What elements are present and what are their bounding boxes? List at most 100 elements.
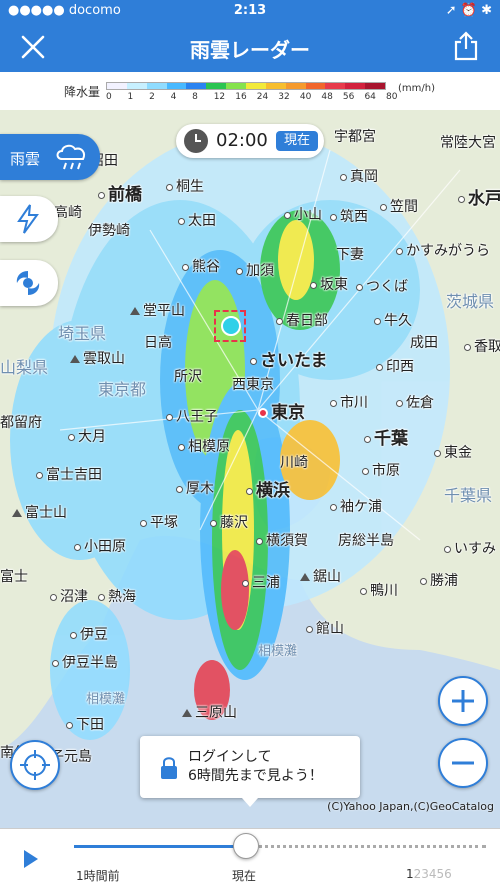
radar-map[interactable]: 沼田 宇都宮 常陸大宮 前橋 桐生 真岡 水戸 高崎 太田 小山 筑西 笠間 伊勢崎 下妻 かすみがうら 熊谷…: [0, 110, 500, 828]
timeline-slider-knob[interactable]: [233, 833, 259, 859]
city-marker-icon: [178, 443, 185, 451]
place-name: 相模灘: [86, 692, 126, 707]
place-label: 富士: [0, 566, 28, 586]
city-marker-icon: [236, 267, 243, 275]
city-marker-icon: [98, 191, 105, 199]
city-marker-icon: [458, 195, 465, 203]
place-name: 富士: [0, 569, 28, 585]
lightning-icon: [17, 204, 39, 234]
place-label: 相模灘: [258, 640, 297, 659]
share-icon[interactable]: [452, 31, 480, 61]
place-label: 伊豆: [70, 624, 108, 644]
zoom-in-button[interactable]: [438, 676, 488, 726]
place-label: つくば: [356, 276, 408, 296]
place-label: 袖ケ浦: [330, 496, 382, 516]
city-marker-icon: [376, 363, 383, 371]
place-name: 千葉県: [444, 486, 493, 505]
city-marker-icon: [250, 357, 257, 365]
place-name: かすみがうら: [406, 243, 490, 259]
place-name: 常陸大宮: [440, 135, 496, 151]
login-prompt[interactable]: ログインして 6時間先まで見よう！: [140, 736, 360, 807]
place-name: 西東京: [232, 377, 274, 393]
place-name: 下田: [76, 717, 104, 733]
time-indicator: 02:00 現在: [176, 124, 324, 158]
mountain-icon: [300, 573, 310, 581]
legend-color-swatch: [186, 83, 207, 89]
place-name: 横浜: [256, 481, 290, 501]
timeline-label-future-first: 1: [406, 867, 414, 881]
city-marker-icon: [210, 519, 217, 527]
place-label: 鴨川: [360, 580, 398, 600]
place-label: 熊谷: [182, 256, 220, 276]
city-marker-icon: [362, 467, 369, 475]
place-label: 八王子: [166, 406, 218, 426]
place-label: 東京都: [98, 376, 146, 400]
city-marker-icon: [434, 449, 441, 457]
place-label: 桐生: [166, 176, 204, 196]
place-label: 坂東: [310, 274, 348, 294]
place-name: 埼玉県: [58, 324, 107, 343]
place-name: 東京都: [98, 380, 147, 399]
place-name: 鋸山: [313, 569, 341, 585]
place-label: 太田: [178, 210, 216, 230]
play-icon[interactable]: [24, 850, 38, 868]
legend-color-swatch: [226, 83, 247, 89]
place-name: 小山: [294, 207, 322, 223]
place-label: 宇都宮: [334, 126, 376, 146]
precipitation-legend: 降水量 0 1 2 4 8 12 16 24 32 40 48 56 64 80 (mm/h): [0, 72, 500, 110]
place-label: 真岡: [340, 166, 378, 186]
location-marker: [214, 310, 246, 342]
city-marker-icon: [464, 343, 471, 351]
place-name: 成田: [410, 335, 438, 351]
place-label: 熱海: [98, 586, 136, 606]
legend-tick-label: 2: [149, 92, 155, 102]
typhoon-button[interactable]: [0, 260, 58, 306]
place-label: 茨城県: [446, 288, 494, 312]
city-marker-icon: [444, 545, 451, 553]
city-marker-icon: [176, 485, 183, 493]
status-indicators: ➚ ⏰ ✱: [445, 3, 492, 18]
place-label: 沼津: [50, 586, 88, 606]
legend-color-swatch: [107, 83, 127, 89]
place-name: 富士吉田: [46, 467, 102, 483]
timeline-track-future[interactable]: [246, 845, 486, 848]
place-name: 千葉: [374, 429, 408, 449]
login-message: ログインして 6時間先まで見よう！: [188, 748, 323, 786]
place-name: 前橋: [108, 185, 142, 205]
timeline-track-past[interactable]: [74, 845, 244, 848]
place-label: 所沢: [174, 366, 202, 386]
legend-tick-label: 16: [235, 92, 247, 102]
page-title: 雨雲レーダー: [190, 38, 310, 62]
place-name: 佐倉: [406, 395, 434, 411]
place-name: 桐生: [176, 179, 204, 195]
legend-color-swatch: [126, 83, 147, 89]
place-name: 山梨県: [0, 358, 49, 377]
place-name: 小田原: [84, 539, 126, 555]
city-marker-icon: [70, 631, 77, 639]
place-name: 伊豆: [80, 627, 108, 643]
place-name: 藤沢: [220, 515, 248, 531]
timeline-label-past: 1時間前: [76, 869, 120, 883]
place-label: 水戸: [458, 184, 500, 209]
legend-color-swatch: [246, 83, 266, 89]
place-label: 春日部: [276, 310, 328, 330]
locate-button[interactable]: [10, 740, 60, 790]
place-name: 宇都宮: [334, 129, 376, 145]
place-label: 埼玉県: [58, 320, 106, 344]
place-name: 下妻: [336, 247, 364, 263]
place-label: さいたま: [250, 346, 328, 371]
rain-cloud-label: 雨雲: [10, 150, 41, 168]
zoom-out-button[interactable]: [438, 738, 488, 788]
legend-tick-label: 24: [256, 92, 269, 102]
clock-time: 2:13: [233, 3, 267, 18]
place-name: 相模原: [188, 439, 230, 455]
place-name: 香取: [474, 339, 500, 355]
city-marker-icon: [74, 543, 81, 551]
city-marker-icon: [258, 408, 268, 418]
place-name: 大月: [78, 429, 106, 445]
place-label: 東京: [258, 398, 305, 423]
place-name: 厚木: [186, 481, 214, 497]
legend-tick-label: 8: [192, 92, 198, 102]
rain-cloud-button[interactable]: 雨雲: [0, 134, 100, 180]
lightning-button[interactable]: [0, 196, 58, 242]
